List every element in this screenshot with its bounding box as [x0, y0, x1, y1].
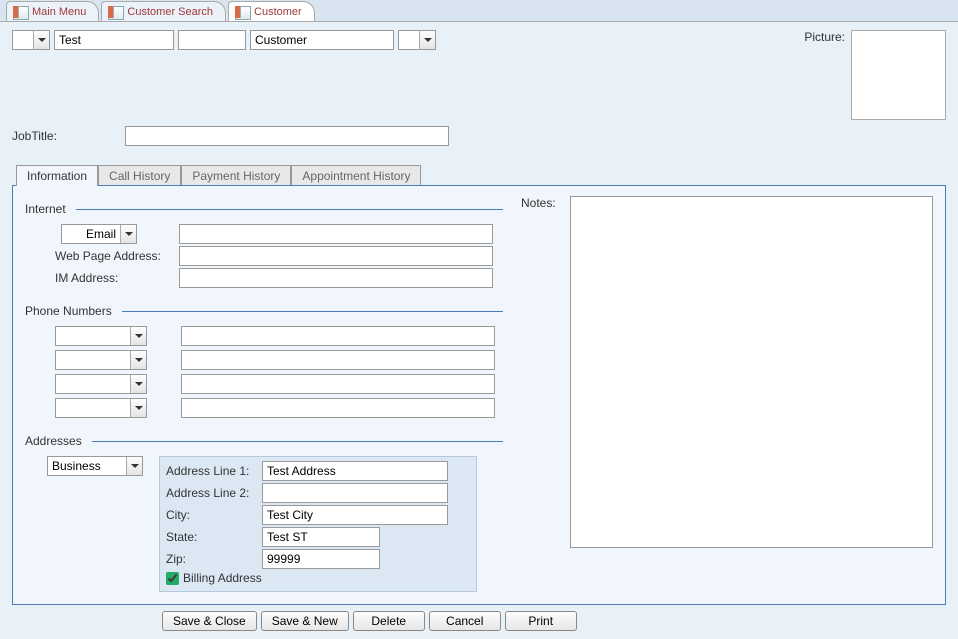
picture-label: Picture:	[804, 30, 845, 44]
address-panel: Address Line 1: Address Line 2: City:	[159, 456, 477, 592]
address-type-combo[interactable]	[47, 456, 143, 476]
address-type-input[interactable]	[48, 457, 126, 475]
cancel-button[interactable]: Cancel	[429, 611, 501, 631]
job-title-row: JobTitle:	[12, 126, 946, 146]
chevron-down-icon	[135, 334, 143, 338]
chevron-down-icon	[135, 382, 143, 386]
addr-city-label: City:	[166, 508, 262, 522]
tab-appointment-history[interactable]: Appointment History	[291, 165, 421, 186]
name-header-row: Picture:	[12, 30, 946, 120]
phone-input[interactable]	[181, 326, 495, 346]
window-tab-customer[interactable]: Customer	[228, 1, 315, 21]
job-title-input[interactable]	[125, 126, 449, 146]
button-bar: Save & Close Save & New Delete Cancel Pr…	[12, 605, 946, 631]
addresses-group-label: Addresses	[25, 434, 88, 448]
tab-payment-history[interactable]: Payment History	[181, 165, 291, 186]
internet-group-header: Internet	[25, 202, 503, 216]
first-name-input[interactable]	[54, 30, 174, 50]
form-icon	[235, 6, 249, 18]
addr-line1-label: Address Line 1:	[166, 464, 262, 478]
dropdown-button[interactable]	[130, 399, 146, 417]
dropdown-button[interactable]	[130, 375, 146, 393]
notes-label: Notes:	[521, 196, 562, 210]
window-tabs: Main Menu Customer Search Customer	[0, 0, 958, 22]
print-button[interactable]: Print	[505, 611, 577, 631]
window-tab-label: Customer Search	[127, 6, 213, 18]
phone-group-label: Phone Numbers	[25, 304, 118, 318]
divider	[76, 209, 503, 210]
last-name-input[interactable]	[250, 30, 394, 50]
billing-address-checkbox[interactable]	[166, 572, 179, 585]
phone-input[interactable]	[181, 398, 495, 418]
addr-city-input[interactable]	[262, 505, 448, 525]
addr-state-label: State:	[166, 530, 262, 544]
phone-type-combo[interactable]	[55, 398, 147, 418]
dropdown-button[interactable]	[33, 31, 49, 49]
window-tab-label: Customer	[254, 6, 302, 18]
dropdown-button[interactable]	[130, 351, 146, 369]
picture-box[interactable]	[851, 30, 946, 120]
addr-state-input[interactable]	[262, 527, 380, 547]
tab-information[interactable]: Information	[16, 165, 98, 186]
name-prefix-combo[interactable]	[12, 30, 50, 50]
dropdown-button[interactable]	[126, 457, 142, 475]
job-title-label: JobTitle:	[12, 129, 57, 143]
phone-type-input[interactable]	[56, 375, 130, 393]
billing-address-label: Billing Address	[183, 571, 262, 585]
im-input[interactable]	[179, 268, 493, 288]
form-body: Picture: JobTitle: Information Call Hist…	[0, 22, 958, 639]
phone-type-combo[interactable]	[55, 350, 147, 370]
divider	[92, 441, 503, 442]
tab-call-history[interactable]: Call History	[98, 165, 181, 186]
form-icon	[13, 6, 27, 18]
window-tab-label: Main Menu	[32, 6, 86, 18]
name-prefix-input[interactable]	[13, 31, 33, 49]
addr-line1-input[interactable]	[262, 461, 448, 481]
dropdown-button[interactable]	[120, 225, 136, 243]
save-close-button[interactable]: Save & Close	[162, 611, 257, 631]
addr-zip-label: Zip:	[166, 552, 262, 566]
detail-tabs: Information Call History Payment History…	[12, 164, 946, 605]
im-label: IM Address:	[25, 271, 179, 285]
phone-type-input[interactable]	[56, 399, 130, 417]
addr-line2-label: Address Line 2:	[166, 486, 262, 500]
addr-line2-input[interactable]	[262, 483, 448, 503]
chevron-down-icon	[135, 358, 143, 362]
internet-group-label: Internet	[25, 202, 72, 216]
email-type-combo[interactable]	[61, 224, 137, 244]
addresses-group-header: Addresses	[25, 434, 503, 448]
chevron-down-icon	[135, 406, 143, 410]
form-icon	[108, 6, 122, 18]
delete-button[interactable]: Delete	[353, 611, 425, 631]
addr-zip-input[interactable]	[262, 549, 380, 569]
web-label: Web Page Address:	[25, 249, 179, 263]
middle-name-input[interactable]	[178, 30, 246, 50]
name-suffix-combo[interactable]	[398, 30, 436, 50]
notes-textarea[interactable]	[570, 196, 934, 548]
phone-type-combo[interactable]	[55, 374, 147, 394]
save-new-button[interactable]: Save & New	[261, 611, 349, 631]
email-input[interactable]	[179, 224, 493, 244]
chevron-down-icon	[38, 38, 46, 42]
email-type-input[interactable]	[62, 225, 120, 243]
chevron-down-icon	[125, 232, 133, 236]
name-suffix-input[interactable]	[399, 31, 419, 49]
phone-input[interactable]	[181, 374, 495, 394]
chevron-down-icon	[131, 464, 139, 468]
window-tab-customer-search[interactable]: Customer Search	[101, 1, 226, 21]
phone-type-combo[interactable]	[55, 326, 147, 346]
phone-input[interactable]	[181, 350, 495, 370]
window-tab-main-menu[interactable]: Main Menu	[6, 1, 99, 21]
web-input[interactable]	[179, 246, 493, 266]
phone-type-input[interactable]	[56, 351, 130, 369]
phone-type-input[interactable]	[56, 327, 130, 345]
dropdown-button[interactable]	[130, 327, 146, 345]
dropdown-button[interactable]	[419, 31, 435, 49]
chevron-down-icon	[424, 38, 432, 42]
divider	[122, 311, 503, 312]
phone-group-header: Phone Numbers	[25, 304, 503, 318]
